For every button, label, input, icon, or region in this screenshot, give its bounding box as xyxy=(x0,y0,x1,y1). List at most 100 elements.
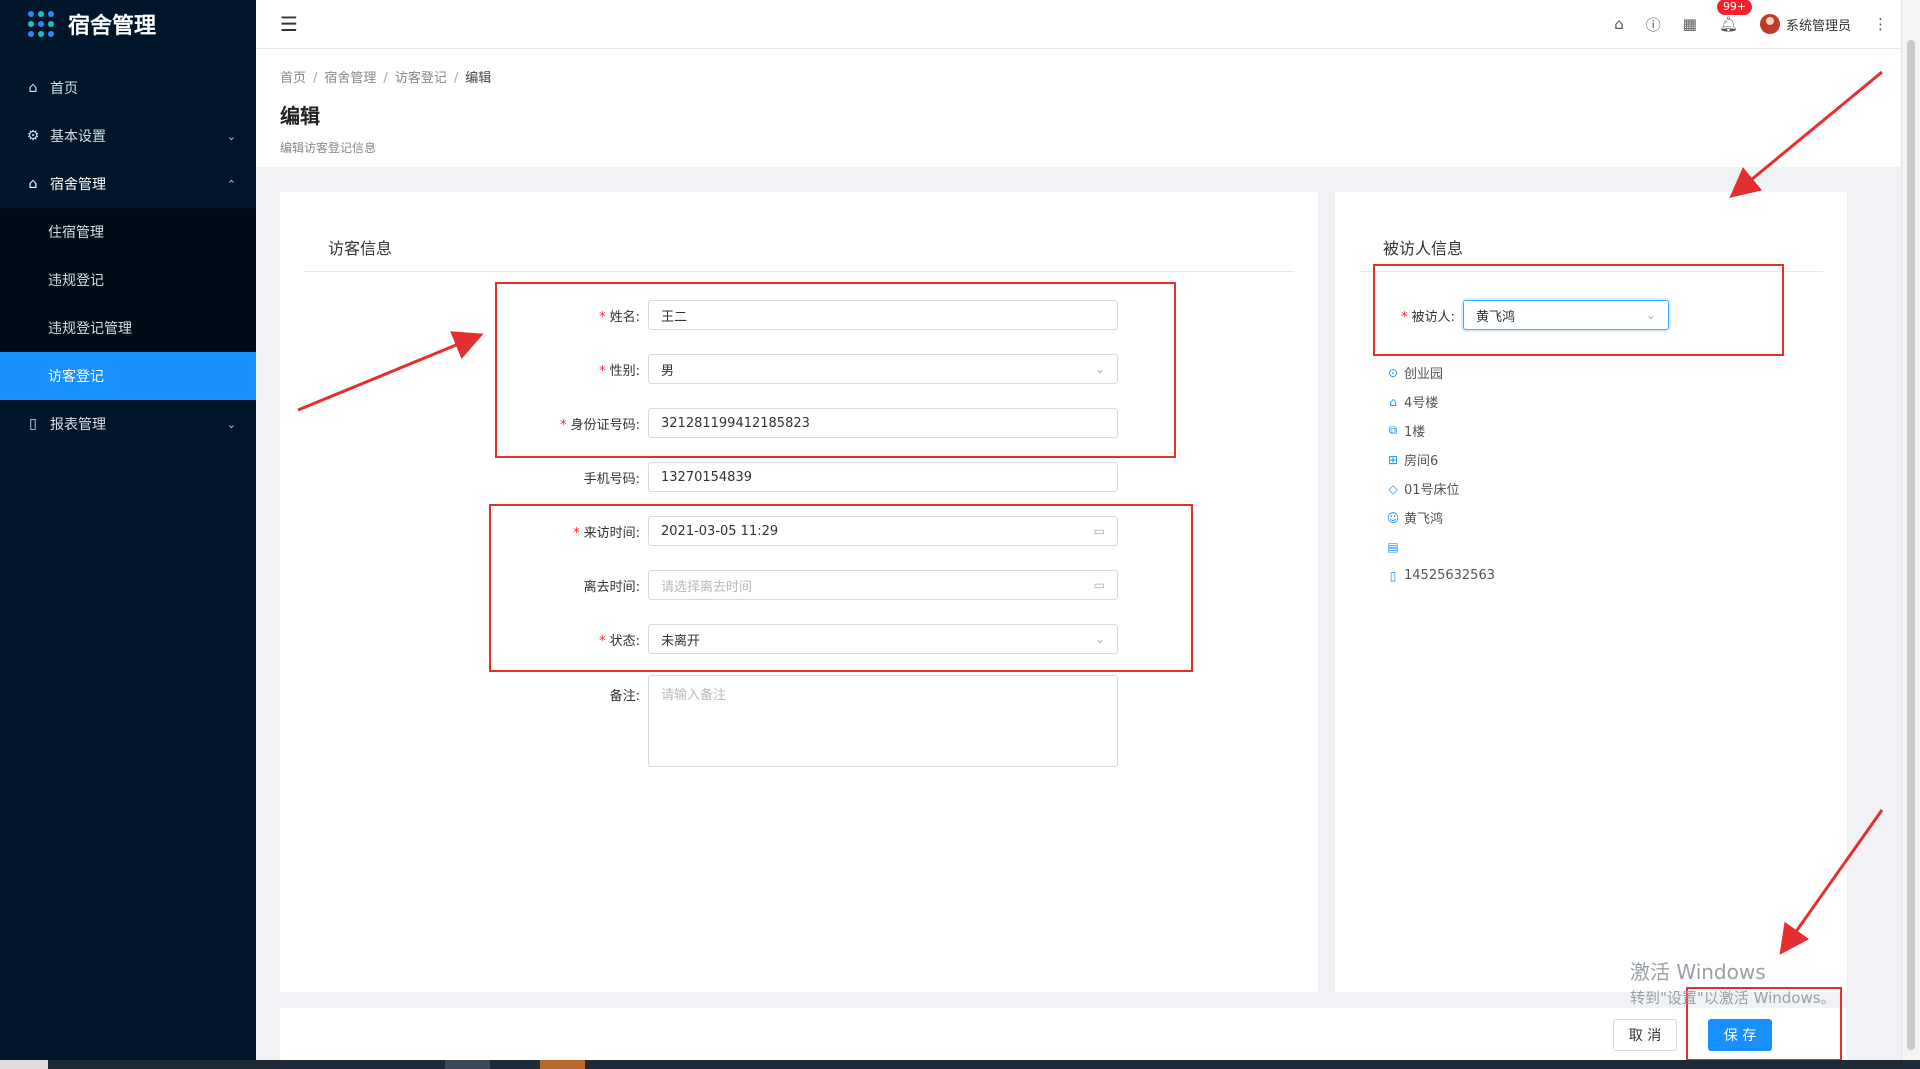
menu-fold-icon[interactable]: ☰ xyxy=(280,12,298,36)
chevron-down-icon: ⌄ xyxy=(1094,632,1105,646)
field-label: 手机号码: xyxy=(583,471,640,487)
sidebar-item-violation-register[interactable]: 违规登记 xyxy=(0,256,256,304)
sidebar-item-label: 报表管理 xyxy=(50,417,106,433)
chevron-down-icon: ⌄ xyxy=(1094,362,1105,376)
visited-info-list: ⊙ 创业园 ⌂ 4号楼 ⧉ 1楼 ⊞ 房间6 ◇ 01号床位 ☺ 黄飞鸿 ▤ ▯ 145256… xyxy=(1385,358,1495,590)
sidebar-item-violation-management[interactable]: 违规登记管理 xyxy=(0,304,256,352)
status-select[interactable]: 未离开 ⌄ xyxy=(648,624,1118,654)
form-row-gender: * 性别: 男 ⌄ xyxy=(480,354,1118,384)
calendar-icon: ▭ xyxy=(1093,578,1105,592)
chevron-down-icon: ⌄ xyxy=(226,129,236,143)
name-input[interactable]: 王二 xyxy=(648,300,1118,330)
sidebar-item-label: 首页 xyxy=(50,81,78,97)
sidebar-item-label: 基本设置 xyxy=(50,129,106,145)
taskbar-app[interactable] xyxy=(540,1060,585,1069)
taskbar-app[interactable] xyxy=(445,1060,490,1069)
help-icon[interactable]: ⓘ xyxy=(1646,14,1661,35)
user-menu[interactable]: 系统管理员 xyxy=(1759,14,1851,34)
mobile-icon: ▯ xyxy=(1389,568,1397,583)
field-label: * 身份证号码: xyxy=(560,417,640,433)
sidebar-item-basic-settings[interactable]: ⚙ 基本设置 ⌄ xyxy=(0,112,256,160)
scrollbar-thumb[interactable] xyxy=(1907,40,1915,1050)
chevron-up-icon: ⌃ xyxy=(226,177,236,191)
sidebar-item-label: 违规登记管理 xyxy=(48,321,132,337)
info-room: ⊞ 房间6 xyxy=(1385,445,1495,474)
chevron-down-icon: ⌄ xyxy=(226,417,236,431)
app-title: 宿舍管理 xyxy=(68,14,157,39)
form-row-name: * 姓名: 王二 xyxy=(480,300,1118,330)
tag-icon: ◇ xyxy=(1388,481,1398,496)
info-bed: ◇ 01号床位 xyxy=(1385,474,1495,503)
sidebar-item-accommodation[interactable]: 住宿管理 xyxy=(0,208,256,256)
home-icon: ⌂ xyxy=(1389,394,1397,409)
logo[interactable]: 宿舍管理 xyxy=(0,0,256,48)
form-row-visit-time: * 来访时间: 2021-03-05 11:29 ▭ xyxy=(480,516,1118,546)
windows-activation-watermark: 激活 Windows 转到"设置"以激活 Windows。 xyxy=(1630,960,1836,1007)
home-icon: ⌂ xyxy=(28,176,38,192)
field-label: * 来访时间: xyxy=(573,525,640,541)
leave-time-picker[interactable]: 请选择离去时间 ▭ xyxy=(648,570,1118,600)
sidebar-submenu: 住宿管理 违规登记 违规登记管理 访客登记 xyxy=(0,208,256,400)
home-icon[interactable]: ⌂ xyxy=(1614,15,1624,33)
id-card-icon: ▤ xyxy=(1387,539,1399,554)
location-icon: ⊙ xyxy=(1387,365,1399,380)
field-label: * 状态: xyxy=(599,633,640,649)
field-label: * 姓名: xyxy=(599,309,640,325)
info-person: ☺ 黄飞鸿 xyxy=(1386,510,1444,528)
phone-input[interactable]: 13270154839 xyxy=(648,462,1118,492)
divider xyxy=(1359,271,1823,272)
visited-info-card: 被访人信息 * 被访人: 黄飞鸿 ⌄ ⊙ 创业园 ⌂ 4号楼 ⧉ 1楼 ⊞ 房间6 ◇ 01号… xyxy=(1335,192,1847,992)
gear-icon: ⚙ xyxy=(26,128,40,144)
info-phone: ▯ 14525632563 xyxy=(1385,561,1495,590)
smile-icon: ☺ xyxy=(1386,510,1400,525)
sidebar-item-reports[interactable]: ▯ 报表管理 ⌄ xyxy=(0,400,256,448)
breadcrumb-item[interactable]: 宿舍管理 xyxy=(324,71,376,86)
info-floor: ⧉ 1楼 xyxy=(1385,416,1495,445)
form-row-status: * 状态: 未离开 ⌄ xyxy=(480,624,1118,654)
chevron-down-icon: ⌄ xyxy=(1645,308,1656,322)
info-building: ⌂ 4号楼 xyxy=(1385,387,1495,416)
form-row-visited: * 被访人: 黄飞鸿 ⌄ xyxy=(1335,300,1669,330)
bell-icon: 🔔︎ xyxy=(1718,15,1738,33)
cluster-icon: ⧉ xyxy=(1388,423,1398,437)
field-label: * 被访人: xyxy=(1401,309,1455,325)
sidebar-menu: ⌂ 首页 ⚙ 基本设置 ⌄ ⌂ 宿舍管理 ⌃ 住宿管理 违规登记 违规登记管理 … xyxy=(0,64,256,448)
save-button[interactable]: 保 存 xyxy=(1708,1019,1772,1051)
visitor-info-card: 访客信息 * 姓名: 王二 * 性别: 男 ⌄ * 身份证号码: 32128119941… xyxy=(280,192,1318,992)
notification-badge: 99+ xyxy=(1716,0,1753,15)
id-number-input[interactable]: 321281199412185823 xyxy=(648,408,1118,438)
gender-select[interactable]: 男 ⌄ xyxy=(648,354,1118,384)
visited-person-select[interactable]: 黄飞鸿 ⌄ xyxy=(1463,300,1669,330)
form-row-id: * 身份证号码: 321281199412185823 xyxy=(480,408,1118,438)
grid-icon[interactable]: ▦ xyxy=(1683,15,1697,33)
taskbar-start[interactable] xyxy=(0,1060,48,1069)
page-scrollbar[interactable] xyxy=(1901,0,1920,1069)
cancel-button[interactable]: 取 消 xyxy=(1613,1019,1677,1051)
sidebar-item-label: 住宿管理 xyxy=(48,225,104,241)
notification-bell[interactable]: 🔔︎ 99+ xyxy=(1716,0,1753,33)
sidebar-item-home[interactable]: ⌂ 首页 xyxy=(0,64,256,112)
sidebar-item-visitor-register[interactable]: 访客登记 xyxy=(0,352,256,400)
file-icon: ▯ xyxy=(29,416,37,432)
home-icon: ⌂ xyxy=(28,80,38,96)
user-name: 系统管理员 xyxy=(1785,18,1851,34)
avatar xyxy=(1759,14,1780,34)
breadcrumb-item[interactable]: 首页 xyxy=(280,71,306,86)
sidebar-item-label: 违规登记 xyxy=(48,273,104,289)
field-label: 备注: xyxy=(609,689,640,704)
more-icon[interactable]: ⋮ xyxy=(1873,15,1888,33)
field-label: 离去时间: xyxy=(583,579,640,595)
breadcrumb-item[interactable]: 访客登记 xyxy=(395,71,447,86)
page-header: 首页 / 宿舍管理 / 访客登记 / 编辑 编辑 编辑访客登记信息 xyxy=(256,49,1902,167)
card-title: 访客信息 xyxy=(328,239,393,258)
visit-time-picker[interactable]: 2021-03-05 11:29 ▭ xyxy=(648,516,1118,546)
form-row-leave-time: 离去时间: 请选择离去时间 ▭ xyxy=(480,570,1118,600)
sidebar-item-dorm-management[interactable]: ⌂ 宿舍管理 ⌃ xyxy=(0,160,256,208)
breadcrumb-item-current: 编辑 xyxy=(465,71,492,86)
header-actions: ⌂ ⓘ ▦ 🔔︎ 99+ 系统管理员 ⋮ xyxy=(1614,0,1888,48)
form-row-phone: 手机号码: 13270154839 xyxy=(480,462,1118,492)
remark-textarea[interactable]: 请输入备注 xyxy=(648,675,1118,767)
appstore-icon: ⊞ xyxy=(1387,452,1399,467)
info-campus: ⊙ 创业园 xyxy=(1385,358,1495,387)
divider xyxy=(304,271,1294,272)
